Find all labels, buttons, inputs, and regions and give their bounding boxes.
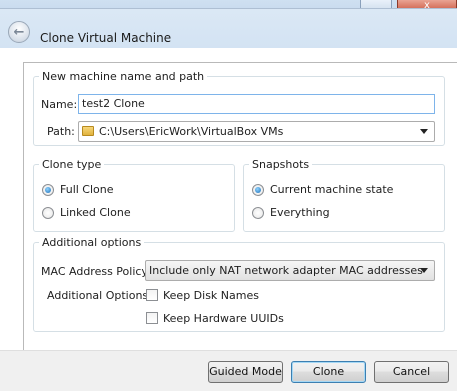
additional-options-label: Additional Options:: [47, 289, 152, 302]
name-label: Name:: [41, 98, 78, 111]
keep-disk-names-label: Keep Disk Names: [163, 289, 259, 302]
everything-label: Everything: [270, 206, 330, 219]
mac-policy-select[interactable]: Include only NAT network adapter MAC add…: [145, 260, 435, 281]
clone-type-legend: Clone type: [42, 158, 102, 171]
linked-clone-label: Linked Clone: [60, 206, 131, 219]
mac-policy-label: MAC Address Policy:: [41, 265, 151, 278]
guided-mode-button[interactable]: Guided Mode: [208, 361, 283, 383]
dialog-title: Clone Virtual Machine: [40, 31, 172, 45]
keep-hardware-uuids-checkbox[interactable]: [146, 312, 158, 324]
back-arrow-icon[interactable]: ←: [8, 21, 30, 43]
clone-button[interactable]: Clone: [291, 361, 366, 383]
keep-hardware-uuids-label: Keep Hardware UUIDs: [163, 312, 284, 325]
chevron-down-icon: [420, 129, 428, 134]
cancel-button[interactable]: Cancel: [374, 361, 449, 383]
snapshots-legend: Snapshots: [252, 158, 310, 171]
path-select[interactable]: C:\Users\EricWork\VirtualBox VMs: [78, 121, 435, 142]
everything-radio[interactable]: [252, 207, 264, 219]
linked-clone-radio[interactable]: [42, 207, 54, 219]
chevron-down-icon: [420, 268, 428, 273]
additional-options-legend: Additional options: [42, 236, 142, 249]
folder-icon: [82, 126, 94, 136]
mac-policy-value: Include only NAT network adapter MAC add…: [149, 264, 423, 277]
full-clone-label: Full Clone: [60, 183, 114, 196]
path-label: Path:: [47, 125, 75, 138]
machine-name-path-legend: New machine name and path: [42, 70, 205, 83]
name-input[interactable]: test2 Clone: [78, 94, 435, 114]
keep-disk-names-checkbox[interactable]: [146, 289, 158, 301]
full-clone-radio[interactable]: [42, 184, 54, 196]
wizard-header: ← Clone Virtual Machine: [0, 8, 457, 48]
content-panel: New machine name and path Name: test2 Cl…: [0, 48, 457, 352]
current-state-radio[interactable]: [252, 184, 264, 196]
current-state-label: Current machine state: [270, 183, 394, 196]
path-value: C:\Users\EricWork\VirtualBox VMs: [99, 125, 284, 138]
